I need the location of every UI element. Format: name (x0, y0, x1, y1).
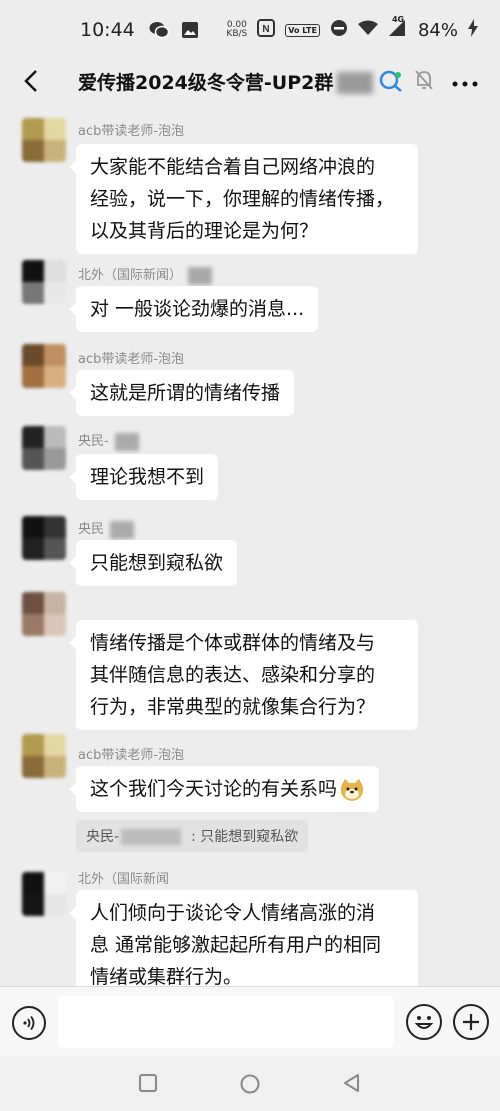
quote-colon: : (191, 829, 196, 845)
doge-emoji-icon (339, 778, 365, 802)
back-icon[interactable] (16, 66, 46, 96)
avatar[interactable] (22, 734, 66, 778)
input-bar (0, 986, 500, 1056)
home-icon[interactable] (239, 1073, 261, 1099)
sender-name-text: 央民 (78, 522, 105, 537)
chat-header: 爱传播2024级冬令营-UP2群 (0, 56, 500, 106)
avatar[interactable] (22, 592, 66, 636)
search-icon[interactable] (378, 69, 404, 97)
sender-redaction (114, 432, 139, 451)
message-line: 理论我想不到 (90, 466, 205, 488)
sender-name: acb带读老师-泡泡 (78, 748, 185, 763)
message-line: 息 通常能够激起起所有用户的相同 (90, 934, 382, 956)
message-bubble[interactable]: 这就是所谓的情绪传播 (68, 370, 295, 416)
message-bubble[interactable]: 情绪传播是个体或群体的情绪及与 其伴随信息的表达、感染和分享的 行为，非常典型的… (69, 620, 418, 730)
emoji-icon[interactable] (406, 1004, 442, 1040)
message-line: 以及其背后的理论是为何？ (90, 220, 319, 242)
sender-redaction (110, 520, 135, 539)
quote-text: 只能想到窥私欲 (200, 829, 299, 845)
message-input[interactable] (58, 996, 394, 1048)
message-line: 大家能不能结合着自己网络冲浪的 (90, 156, 376, 178)
message-line: 人们倾向于谈论令人情绪高涨的消 (90, 902, 376, 924)
plus-icon[interactable] (453, 1004, 489, 1040)
sender-redaction (188, 266, 213, 285)
net-speed: 0.00 KB/S (226, 21, 247, 39)
sender-name-text: 央民- (78, 434, 109, 449)
message-bubble[interactable]: 人们倾向于谈论令人情绪高涨的消 息 通常能够激起起所有用户的相同 情绪或集群行为… (69, 890, 418, 986)
avatar[interactable] (22, 118, 66, 162)
message-line: 这个我们今天讨论的有关系吗 (90, 773, 365, 805)
quote-redaction (121, 829, 182, 845)
status-time: 10:44 (80, 19, 135, 41)
signal-icon: 4G (388, 15, 408, 42)
message-bubble[interactable]: 大家能不能结合着自己网络冲浪的 经验，说一下，你理解的情绪传播， 以及其背后的理… (69, 144, 418, 254)
dnd-icon (330, 19, 348, 42)
message-bubble[interactable]: 理论我想不到 (68, 454, 219, 500)
message-list[interactable]: acb带读老师-泡泡 大家能不能结合着自己网络冲浪的 经验，说一下，你理解的情绪… (0, 106, 500, 986)
mute-icon[interactable] (414, 69, 434, 95)
message-line: 其伴随信息的表达、感染和分享的 (90, 664, 376, 686)
message-bubble[interactable]: 只能想到窥私欲 (68, 540, 238, 586)
sender-name: 央民 (78, 518, 135, 539)
svg-text:N: N (263, 24, 270, 35)
message-line-text: 这个我们今天讨论的有关系吗 (90, 778, 338, 800)
avatar[interactable] (22, 872, 66, 916)
avatar[interactable] (22, 344, 66, 388)
sender-name: acb带读老师-泡泡 (78, 124, 185, 139)
sender-name: acb带读老师-泡泡 (78, 352, 185, 367)
title-redaction (337, 72, 374, 94)
message-line: 对 一般谈论劲爆的消息... (90, 298, 305, 320)
sender-name: 北外（国际新闻 (78, 872, 170, 887)
message-line: 这就是所谓的情绪传播 (90, 382, 281, 404)
sender-name-text: 北外（国际新闻） (78, 268, 183, 283)
signal-type: 4G (391, 14, 405, 24)
message-line: 情绪或集群行为。 (90, 966, 243, 986)
quote-sender: 央民- (86, 829, 120, 845)
sender-name: 央民- (78, 430, 139, 451)
charging-icon (468, 18, 478, 42)
message-bubble[interactable]: 对 一般谈论劲爆的消息... (68, 286, 319, 332)
message-line: 经验，说一下，你理解的情绪传播， (90, 188, 395, 210)
status-bar: 10:44 0.00 KB/S N Vo LTE 4G 84% (0, 0, 500, 60)
quoted-message[interactable]: 央民-: 只能想到窥私欲 (76, 820, 309, 852)
nfc-icon: N (257, 18, 276, 42)
volte-icon: Vo LTE (285, 23, 320, 37)
system-nav-bar (0, 1056, 500, 1111)
back-nav-icon[interactable] (342, 1073, 362, 1097)
avatar[interactable] (22, 426, 66, 470)
message-bubble[interactable]: 这个我们今天讨论的有关系吗 (68, 766, 380, 812)
wifi-icon (357, 19, 378, 41)
wechat-icon (149, 21, 169, 39)
avatar[interactable] (22, 516, 66, 560)
message-line: 只能想到窥私欲 (90, 552, 224, 574)
avatar[interactable] (22, 260, 66, 304)
message-line: 情绪传播是个体或群体的情绪及与 (90, 632, 376, 654)
battery-level: 84% (417, 19, 458, 41)
more-icon[interactable] (452, 68, 478, 93)
net-speed-unit: KB/S (226, 29, 248, 39)
message-line: 行为，非常典型的就像集合行为？ (90, 696, 376, 718)
recent-apps-icon[interactable] (138, 1073, 158, 1097)
gallery-icon (181, 21, 199, 39)
chat-title[interactable]: 爱传播2024级冬令营-UP2群 (78, 68, 374, 95)
chat-title-text: 爱传播2024级冬令营-UP2群 (78, 71, 334, 94)
sender-name: 北外（国际新闻） (78, 264, 213, 285)
voice-icon[interactable] (12, 1006, 46, 1040)
